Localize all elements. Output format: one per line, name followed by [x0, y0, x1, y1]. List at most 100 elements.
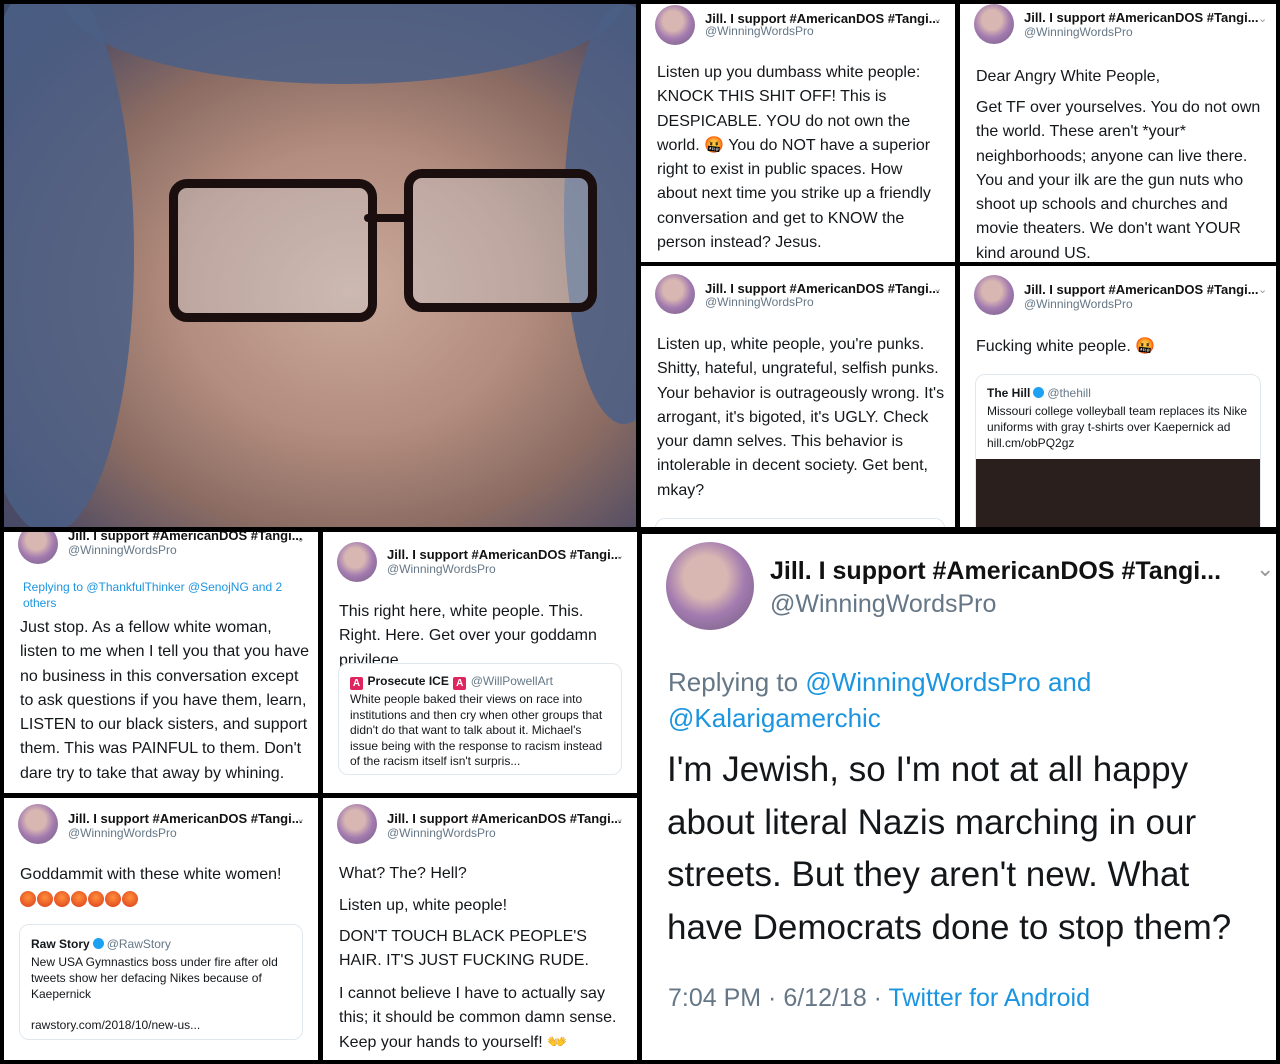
tweet-4: Jill. I support #AmericanDOS #Tangi... @…: [960, 266, 1276, 527]
chevron-down-icon[interactable]: ⌄: [1258, 12, 1267, 25]
chevron-down-icon[interactable]: ⌄: [933, 12, 942, 25]
handle[interactable]: @WinningWordsPro: [1024, 25, 1133, 39]
quoted-card-edge: [655, 518, 945, 527]
display-name[interactable]: Jill. I support #AmericanDOS #Tangi...: [705, 281, 940, 296]
tweet-greeting: Dear Angry White People,: [976, 68, 1161, 85]
handle[interactable]: @WinningWordsPro: [770, 590, 996, 619]
tweet-text: I'm Jewish, so I'm not at all happy abou…: [667, 750, 1232, 947]
display-name[interactable]: Jill. I support #AmericanDOS #Tangi...: [770, 557, 1221, 586]
card-image: [976, 459, 1260, 527]
angry-face-icon: [88, 891, 104, 907]
tweet-text: Goddammit with these white women!: [20, 866, 282, 883]
display-name[interactable]: Jill. I support #AmericanDOS #Tangi...: [68, 532, 303, 543]
hair-top: [64, 4, 624, 84]
display-name[interactable]: Jill. I support #AmericanDOS #Tangi...: [1024, 282, 1259, 297]
handle[interactable]: @WinningWordsPro: [705, 295, 814, 309]
handle[interactable]: @WinningWordsPro: [68, 543, 177, 557]
display-name[interactable]: Jill. I support #AmericanDOS #Tangi...: [387, 547, 622, 562]
tweet-header: [974, 4, 1014, 52]
tweet-header: [18, 532, 58, 572]
source-link[interactable]: Twitter for Android: [889, 984, 1090, 1012]
card-name: Raw Story: [31, 937, 90, 951]
tweet-line-1: What? The? Hell?: [339, 865, 467, 882]
replying-to[interactable]: Replying to @ThankfulThinker @SenojNG an…: [23, 579, 303, 611]
avatar[interactable]: [974, 4, 1014, 44]
avatar[interactable]: [18, 804, 58, 844]
tweet-line-3: DON'T TOUCH BLACK PEOPLE'S HAIR. IT'S JU…: [339, 928, 589, 970]
quoted-tweet-card[interactable]: Raw Story @RawStory New USA Gymnastics bo…: [19, 924, 303, 1040]
card-name: The Hill: [987, 386, 1031, 400]
chevron-down-icon[interactable]: ⌄: [1256, 556, 1274, 582]
tweet-6: Jill. I support #AmericanDOS #Tangi... @…: [323, 532, 637, 793]
verified-icon: [1033, 387, 1045, 398]
tweet-header: [655, 5, 695, 53]
hair-left: [4, 4, 134, 527]
tweet-header: [666, 542, 754, 630]
card-text: White people baked their views on race i…: [350, 692, 603, 768]
handle[interactable]: @WinningWordsPro: [387, 562, 496, 576]
tweet-header: [974, 275, 1014, 323]
tweet-3: Jill. I support #AmericanDOS #Tangi... @…: [641, 266, 955, 527]
tweet-text: Fucking white people. 🤬: [976, 338, 1156, 355]
tweet-8: Jill. I support #AmericanDOS #Tangi... @…: [323, 798, 637, 1060]
tweet-header: [337, 542, 377, 590]
tweet-header: [655, 274, 695, 322]
avatar[interactable]: [655, 5, 695, 45]
tweet-text: This right here, white people. This. Rig…: [339, 603, 597, 669]
chevron-down-icon[interactable]: ⌄: [615, 812, 624, 825]
tweet-line-4: I cannot believe I have to actually say …: [339, 985, 617, 1051]
angry-face-icon: [105, 891, 121, 907]
avatar[interactable]: [337, 542, 377, 582]
tweet-2: Jill. I support #AmericanDOS #Tangi... @…: [960, 4, 1276, 262]
chevron-down-icon[interactable]: ⌄: [933, 282, 942, 295]
angry-face-icon: [71, 891, 87, 907]
angry-face-icon: [122, 891, 138, 907]
alert-badge-icon: A: [453, 677, 467, 690]
card-name: Prosecute ICE: [367, 674, 449, 688]
chevron-down-icon[interactable]: ⌄: [296, 812, 305, 825]
chevron-down-icon[interactable]: ⌄: [1258, 283, 1267, 296]
glasses-right-lens: [404, 169, 597, 312]
emoji-row: [20, 891, 138, 907]
angry-face-icon: [20, 891, 36, 907]
chevron-down-icon[interactable]: ⌄: [296, 532, 305, 545]
quoted-tweet-card[interactable]: A Prosecute ICE A @WillPowellArt White p…: [338, 663, 622, 775]
card-handle: @thehill: [1047, 386, 1091, 400]
handle[interactable]: @WinningWordsPro: [1024, 297, 1133, 311]
quoted-tweet-card[interactable]: The Hill @thehill Missouri college volley…: [975, 374, 1261, 527]
card-text: New USA Gymnastics boss under fire after…: [31, 955, 278, 1001]
tweet-header: [18, 804, 58, 852]
display-name[interactable]: Jill. I support #AmericanDOS #Tangi...: [68, 811, 303, 826]
glasses-left-lens: [169, 179, 377, 322]
tweet-text: Just stop. As a fellow white woman, list…: [20, 619, 310, 782]
avatar[interactable]: [974, 275, 1014, 315]
avatar[interactable]: [666, 542, 754, 630]
display-name[interactable]: Jill. I support #AmericanDOS #Tangi...: [387, 811, 622, 826]
angry-face-icon: [54, 891, 70, 907]
avatar[interactable]: [18, 532, 58, 564]
handle[interactable]: @WinningWordsPro: [705, 24, 814, 38]
handle[interactable]: @WinningWordsPro: [68, 826, 177, 840]
avatar[interactable]: [655, 274, 695, 314]
tweet-line-2: Listen up, white people!: [339, 897, 508, 914]
verified-icon: [92, 938, 104, 949]
avatar[interactable]: [337, 804, 377, 844]
card-text: Missouri college volleyball team replace…: [987, 404, 1248, 450]
chevron-down-icon[interactable]: ⌄: [615, 549, 624, 562]
handle[interactable]: @WinningWordsPro: [387, 826, 496, 840]
timestamp[interactable]: 7:04 PM · 6/12/18 ·: [668, 984, 882, 1012]
card-handle: @RawStory: [106, 937, 171, 951]
replying-to: Replying to @WinningWordsPro and @Kalari…: [668, 664, 1228, 736]
tweet-text: Listen up, white people, you're punks. S…: [657, 336, 945, 499]
alert-badge-icon: A: [350, 677, 363, 690]
tweet-header: [337, 804, 377, 852]
tweet-text: Listen up you dumbass white people: KNOC…: [657, 64, 931, 252]
replying-prefix: Replying to: [668, 667, 799, 697]
card-handle: @WillPowellArt: [470, 674, 553, 688]
glasses-bridge: [364, 214, 409, 222]
display-name[interactable]: Jill. I support #AmericanDOS #Tangi...: [1024, 10, 1259, 25]
tweet-7: Jill. I support #AmericanDOS #Tangi... @…: [4, 798, 318, 1060]
tweet-9: Jill. I support #AmericanDOS #Tangi... @…: [642, 534, 1276, 1060]
card-link[interactable]: rawstory.com/2018/10/new-us...: [31, 1017, 293, 1033]
angry-face-icon: [37, 891, 53, 907]
